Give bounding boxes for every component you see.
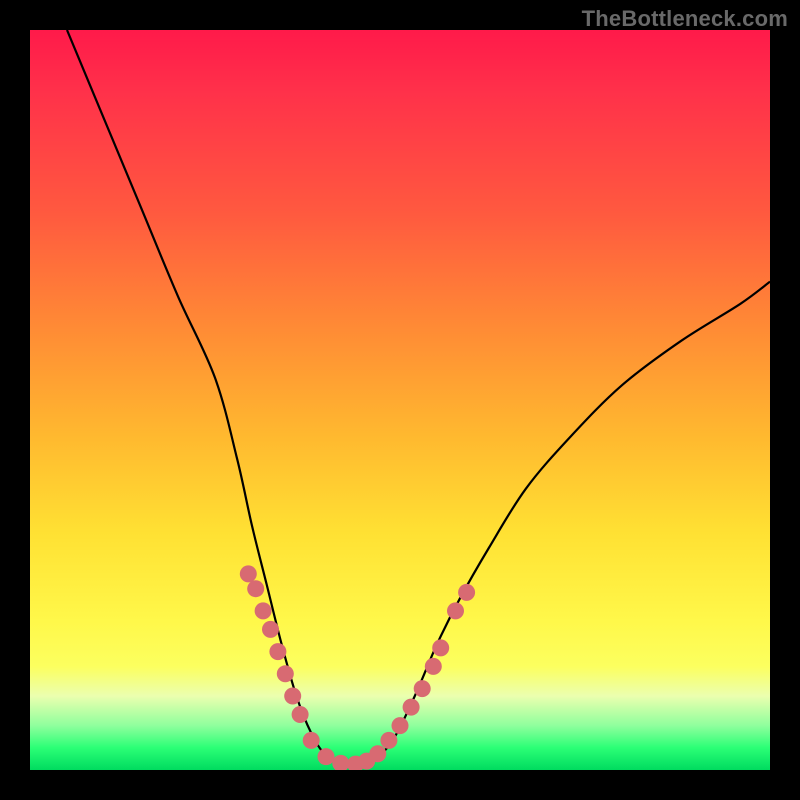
data-marker bbox=[403, 699, 420, 716]
data-marker bbox=[447, 602, 464, 619]
watermark-text: TheBottleneck.com bbox=[582, 6, 788, 32]
data-marker bbox=[380, 732, 397, 749]
data-marker bbox=[425, 658, 442, 675]
chart-svg bbox=[30, 30, 770, 770]
data-marker bbox=[303, 732, 320, 749]
data-markers bbox=[240, 565, 475, 770]
data-marker bbox=[318, 748, 335, 765]
data-marker bbox=[369, 745, 386, 762]
data-marker bbox=[247, 580, 264, 597]
data-marker bbox=[284, 688, 301, 705]
left-curve bbox=[67, 30, 348, 766]
right-curve bbox=[348, 282, 770, 767]
data-marker bbox=[240, 565, 257, 582]
data-marker bbox=[269, 643, 286, 660]
data-marker bbox=[392, 717, 409, 734]
data-marker bbox=[432, 639, 449, 656]
data-marker bbox=[255, 602, 272, 619]
data-marker bbox=[458, 584, 475, 601]
data-marker bbox=[262, 621, 279, 638]
data-marker bbox=[414, 680, 431, 697]
data-marker bbox=[277, 665, 294, 682]
data-marker bbox=[332, 755, 349, 770]
chart-area bbox=[30, 30, 770, 770]
data-marker bbox=[292, 706, 309, 723]
